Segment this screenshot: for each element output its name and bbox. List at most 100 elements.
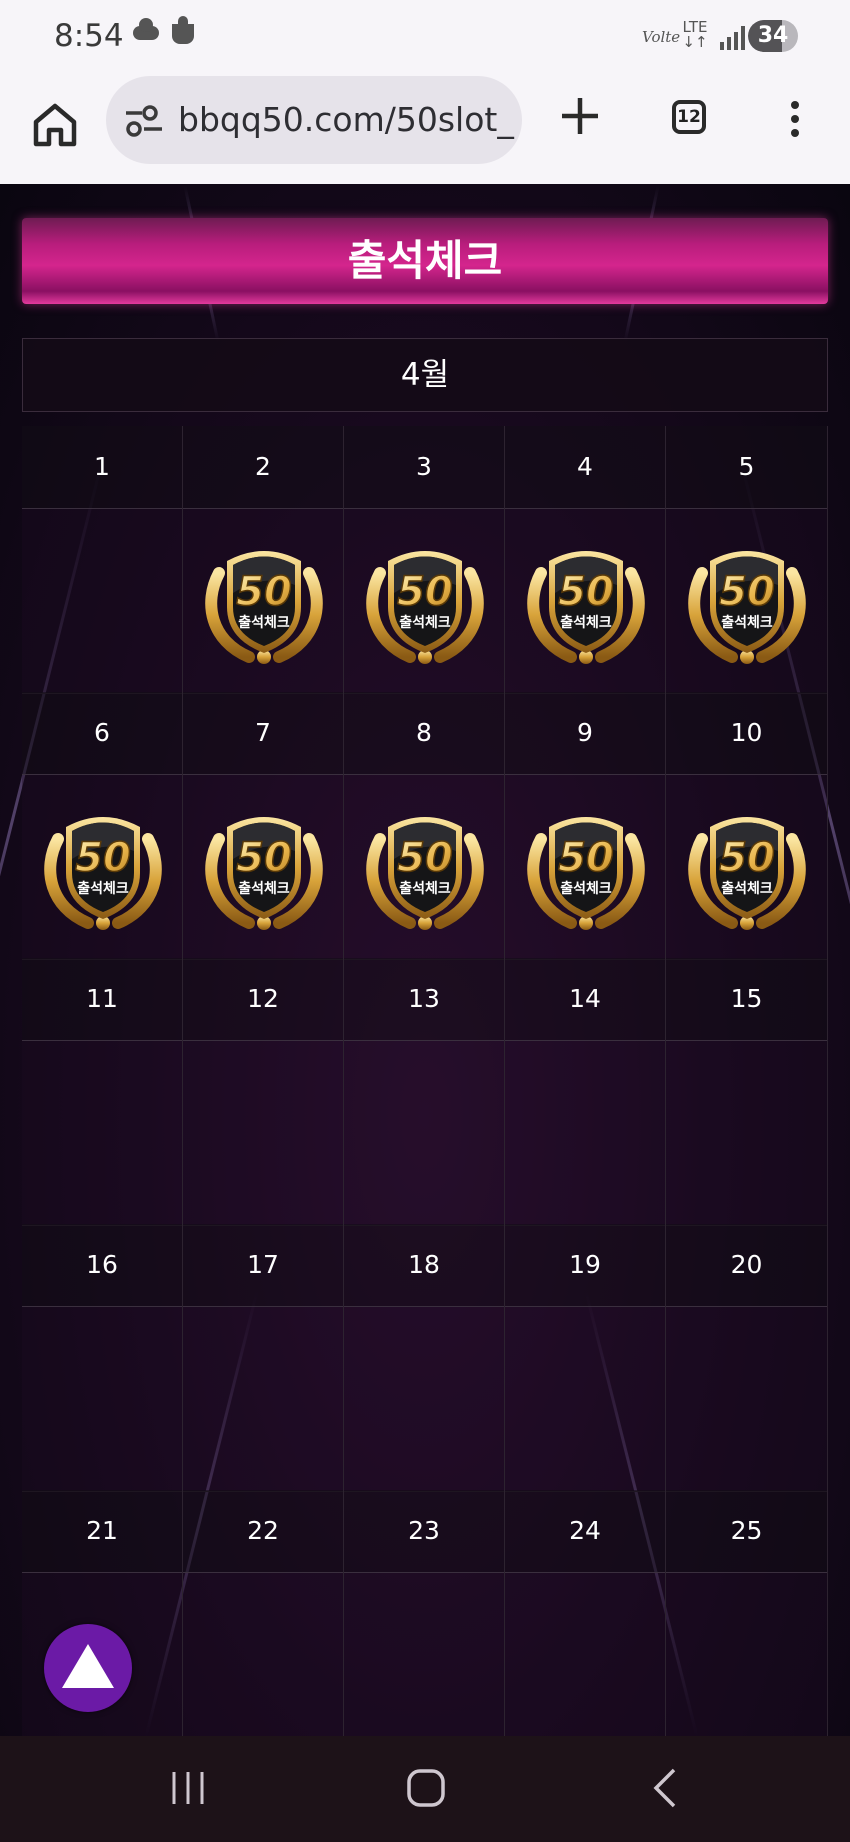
calendar-day: 13 (344, 958, 505, 1226)
day-number: 20 (666, 1224, 827, 1307)
day-stamp-area (505, 1573, 665, 1736)
day-stamp-area (22, 1307, 182, 1491)
attendance-badge-icon: 50 출석체크 (688, 817, 806, 930)
attendance-badge-icon: 50 출석체크 (366, 817, 484, 930)
calendar-day: 4 50 출석체크 (505, 426, 666, 694)
calendar-day: 14 (505, 958, 666, 1226)
day-stamp-area (344, 1041, 504, 1225)
badge-number: 50 (397, 569, 453, 615)
day-number: 7 (183, 692, 343, 775)
badge-caption: 출석체크 (77, 880, 129, 897)
day-stamp-area: 50 출석체크 (183, 509, 343, 693)
attendance-badge-icon: 50 출석체크 (366, 551, 484, 664)
back-icon[interactable] (650, 1766, 680, 1810)
day-number: 6 (22, 692, 182, 775)
day-number: 19 (505, 1224, 665, 1307)
signal-icon (718, 26, 748, 50)
day-stamp-area (344, 1573, 504, 1736)
day-number: 22 (183, 1490, 343, 1573)
badge-number: 50 (558, 835, 614, 881)
tab-switcher-button[interactable]: 12 (672, 100, 706, 134)
day-number: 17 (183, 1224, 343, 1307)
day-stamp-area (666, 1041, 827, 1225)
day-number: 21 (22, 1490, 182, 1573)
attendance-badge-icon: 50 출석체크 (527, 551, 645, 664)
badge-caption: 출석체크 (399, 614, 451, 631)
badge-number: 50 (719, 835, 775, 881)
calendar-day: 5 50 출석체크 (666, 426, 828, 694)
day-number: 13 (344, 958, 504, 1041)
badge-caption: 출석체크 (721, 614, 773, 631)
status-bar: 8:54 Volte LTE ↓↑ 34 (0, 0, 850, 72)
day-stamp-area (505, 1307, 665, 1491)
calendar-day: 8 50 출석체크 (344, 692, 505, 960)
url-text: bbqq50.com/50slot_ (178, 100, 514, 139)
calendar-day: 24 (505, 1490, 666, 1736)
day-stamp-area (505, 1041, 665, 1225)
site-settings-icon[interactable] (124, 104, 164, 138)
day-number: 11 (22, 958, 182, 1041)
attendance-title-bar: 출석체크 (22, 218, 828, 304)
day-number: 24 (505, 1490, 665, 1573)
recents-icon[interactable] (168, 1766, 208, 1810)
day-stamp-area (344, 1307, 504, 1491)
day-stamp-area (666, 1573, 827, 1736)
day-stamp-area (183, 1307, 343, 1491)
calendar-day: 2 50 출석체크 (183, 426, 344, 694)
badge-caption: 출석체크 (238, 614, 290, 631)
calendar-day: 23 (344, 1490, 505, 1736)
calendar-day: 7 50 출석체크 (183, 692, 344, 960)
calendar-day: 11 (22, 958, 183, 1226)
day-stamp-area: 50 출석체크 (666, 509, 827, 693)
badge-number: 50 (719, 569, 775, 615)
attendance-page: 출석체크 4월 12 50 출석체크 3 50 출석체크 4 50 출석체크 5… (0, 184, 850, 1736)
day-number: 10 (666, 692, 827, 775)
calendar-day: 6 50 출석체크 (22, 692, 183, 960)
home-nav-icon[interactable] (404, 1766, 448, 1810)
badge-caption: 출석체크 (399, 880, 451, 897)
day-number: 1 (22, 426, 182, 509)
day-stamp-area: 50 출석체크 (505, 775, 665, 959)
home-icon[interactable] (30, 100, 80, 150)
address-bar[interactable]: bbqq50.com/50slot_ (106, 76, 522, 164)
calendar-day: 19 (505, 1224, 666, 1492)
attendance-badge-icon: 50 출석체크 (205, 817, 323, 930)
day-number: 25 (666, 1490, 827, 1573)
day-number: 23 (344, 1490, 504, 1573)
cloud-icon (133, 18, 159, 40)
calendar-day: 22 (183, 1490, 344, 1736)
scroll-top-button[interactable] (44, 1624, 132, 1712)
new-tab-icon[interactable] (558, 94, 602, 138)
attendance-badge-icon: 50 출석체크 (44, 817, 162, 930)
browser-toolbar: bbqq50.com/50slot_ 12 (0, 72, 850, 184)
day-number: 16 (22, 1224, 182, 1307)
calendar-day: 12 (183, 958, 344, 1226)
triangle-up-icon (62, 1644, 114, 1688)
day-number: 5 (666, 426, 827, 509)
day-stamp-area: 50 출석체크 (505, 509, 665, 693)
badge-caption: 출석체크 (560, 614, 612, 631)
day-number: 4 (505, 426, 665, 509)
badge-caption: 출석체크 (721, 880, 773, 897)
day-number: 14 (505, 958, 665, 1041)
day-number: 12 (183, 958, 343, 1041)
day-stamp-area: 50 출석체크 (344, 509, 504, 693)
calendar-day: 20 (666, 1224, 828, 1492)
badge-caption: 출석체크 (560, 880, 612, 897)
day-stamp-area (22, 1041, 182, 1225)
calendar-day: 1 (22, 426, 183, 694)
badge-number: 50 (558, 569, 614, 615)
day-number: 18 (344, 1224, 504, 1307)
day-number: 2 (183, 426, 343, 509)
badge-caption: 출석체크 (238, 880, 290, 897)
calendar-day: 18 (344, 1224, 505, 1492)
day-number: 3 (344, 426, 504, 509)
day-stamp-area: 50 출석체크 (666, 775, 827, 959)
page-title: 출석체크 (347, 236, 503, 285)
status-time: 8:54 (54, 18, 124, 54)
badge-number: 50 (397, 835, 453, 881)
calendar-day: 3 50 출석체크 (344, 426, 505, 694)
lte-label: LTE (682, 18, 708, 36)
more-menu-icon[interactable] (780, 98, 810, 142)
calendar-day: 25 (666, 1490, 828, 1736)
